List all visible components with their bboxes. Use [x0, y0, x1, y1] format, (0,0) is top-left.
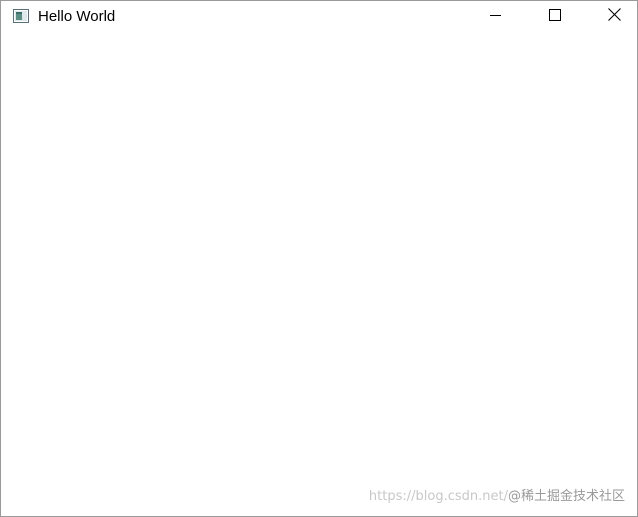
app-window: Hello World https://blog.csdn.net/@稀土掘金技… — [0, 0, 638, 517]
maximize-icon — [549, 8, 561, 26]
watermark-url: https://blog.csdn.net/ — [368, 489, 508, 504]
minimize-button[interactable] — [473, 1, 519, 32]
maximize-button[interactable] — [532, 1, 578, 32]
title-bar[interactable]: Hello World — [1, 1, 637, 32]
minimize-icon — [490, 8, 502, 26]
close-icon — [607, 7, 621, 26]
watermark-brand: @稀土掘金技术社区 — [507, 489, 625, 504]
watermark: https://blog.csdn.net/@稀土掘金技术社区 — [369, 485, 625, 504]
close-button[interactable] — [591, 1, 637, 32]
window-title: Hello World — [38, 8, 116, 25]
application-window-icon — [13, 9, 29, 23]
client-area: https://blog.csdn.net/@稀土掘金技术社区 — [1, 32, 637, 516]
